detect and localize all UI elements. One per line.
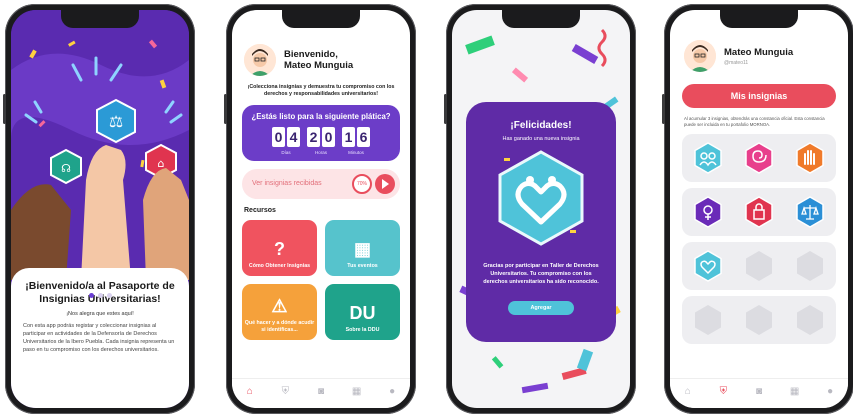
- notch: [282, 10, 360, 28]
- calendar-icon: ▦: [353, 238, 371, 259]
- play-button[interactable]: [375, 173, 395, 194]
- avatar-illustration: [244, 44, 276, 76]
- notch: [61, 10, 139, 28]
- page-dot[interactable]: [106, 293, 112, 298]
- svg-text:⌂: ⌂: [158, 157, 165, 170]
- resource-label: Qué hacer y a dónde acudir si identifica…: [244, 320, 315, 333]
- badges-grid: [670, 128, 848, 345]
- calendar-icon[interactable]: ▦: [350, 385, 364, 399]
- digit: 4: [287, 126, 300, 147]
- home-icon[interactable]: ⌂: [681, 385, 695, 399]
- progress-label: Ver insignias recibidas: [252, 180, 322, 188]
- locked-badge-icon: [744, 303, 774, 337]
- welcome-body: Con esta app podrás registar y coleccion…: [23, 323, 175, 354]
- badges-progress-bar[interactable]: Ver insignias recibidas 70%: [242, 168, 400, 199]
- home-screen: Bienvenido, Mateo Munguia ¡Colecciona in…: [232, 10, 410, 408]
- congrats-message: Gracias por participar en Taller de Dere…: [483, 263, 599, 285]
- profile-handle: @mateo11: [724, 59, 749, 66]
- unit-label: Días: [281, 149, 291, 155]
- avatar[interactable]: [684, 40, 716, 72]
- scales-badge-icon[interactable]: [795, 195, 825, 229]
- my-badges-button[interactable]: Mis insignias: [682, 84, 836, 108]
- page-dot[interactable]: [97, 293, 103, 298]
- congrats-subtitle: Has ganado una nueva insignia: [502, 136, 580, 142]
- unit-label: Minutos: [348, 149, 364, 155]
- page-dot[interactable]: [88, 293, 94, 298]
- spiral-badge-icon[interactable]: [744, 141, 774, 175]
- phone-home: Bienvenido, Mateo Munguia ¡Colecciona in…: [224, 4, 416, 414]
- shield-icon[interactable]: ⛨: [278, 385, 292, 399]
- user-icon[interactable]: ●: [823, 385, 837, 399]
- hand-badge-icon[interactable]: [795, 141, 825, 175]
- countdown-card: ¿Estás listo para la siguiente plática? …: [242, 104, 400, 161]
- resources-title: Recursos: [244, 206, 276, 214]
- resource-label: Sobre la DDU: [345, 326, 380, 333]
- home-icon[interactable]: ⌂: [243, 385, 257, 399]
- badge-row: [682, 296, 836, 345]
- badge-row: [682, 188, 836, 237]
- avatar[interactable]: [244, 44, 276, 76]
- profile-screen: Mateo Munguia @mateo11 Mis insignias Al …: [670, 10, 848, 408]
- tab-bar: ⌂ ⛨ ◙ ▦ ●: [232, 378, 410, 408]
- resource-tile[interactable]: ▦ Tus eventos: [325, 219, 400, 276]
- locked-badge-icon: [795, 249, 825, 283]
- phone-congrats: ¡Felicidades! Has ganado una nueva insig…: [444, 4, 636, 414]
- welcome-card: ¡Bienvenido/a al Pasaporte de Insignias …: [11, 268, 189, 408]
- camera-icon[interactable]: ◙: [314, 385, 328, 399]
- add-badge-button[interactable]: Agregar: [508, 300, 574, 315]
- locked-badge-icon: [693, 303, 723, 337]
- badge-row: [682, 134, 836, 183]
- warning-icon: ⚠: [271, 296, 288, 317]
- question-icon: ?: [274, 238, 285, 259]
- greeting: Bienvenido, Mateo Munguia: [284, 48, 354, 71]
- locked-badge-icon: [744, 249, 774, 283]
- digit: 6: [357, 126, 370, 147]
- unit-label: Horas: [314, 149, 327, 155]
- svg-text:⚖: ⚖: [109, 112, 123, 131]
- congrats-modal: ¡Felicidades! Has ganado una nueva insig…: [466, 102, 616, 342]
- tagline: ¡Colecciona insignias y demuestra tu com…: [247, 84, 395, 98]
- resource-label: Cómo Obtener Insignias: [248, 262, 311, 269]
- countdown-question: ¿Estás listo para la siguiente plática?: [251, 111, 391, 121]
- phone-onboarding: ⚖ ☊ ⌂ ¡Bienvenido/a al Pasaporte de Insi…: [3, 4, 195, 414]
- avatar-illustration: [684, 40, 716, 72]
- ddu-logo-icon: DU: [349, 302, 376, 323]
- shield-icon[interactable]: ⛨: [716, 385, 730, 399]
- tab-bar: ⌂ ⛨ ◙ ▦ ●: [670, 378, 848, 408]
- resource-tile[interactable]: ⚠ Qué hacer y a dónde acudir si identifi…: [242, 283, 317, 340]
- phone-profile: Mateo Munguia @mateo11 Mis insignias Al …: [662, 4, 853, 414]
- digit: 0: [322, 126, 335, 147]
- svg-text:☊: ☊: [61, 162, 71, 175]
- welcome-subtitle: ¡Nos alegra que estes aquí!: [66, 311, 134, 318]
- app-showcase: ⚖ ☊ ⌂ ¡Bienvenido/a al Pasaporte de Insi…: [0, 0, 853, 417]
- digit: 1: [342, 126, 355, 147]
- resource-label: Tus eventos: [347, 262, 378, 269]
- onboarding-illustration: ⚖ ☊ ⌂: [11, 10, 189, 280]
- calendar-icon[interactable]: ▦: [788, 385, 802, 399]
- digit: 2: [307, 126, 320, 147]
- resource-tile[interactable]: ? Cómo Obtener Insignias: [242, 219, 317, 276]
- lock-badge-icon[interactable]: [744, 195, 774, 229]
- badges-note: Al acumular 3 insignias, obtendrás una c…: [684, 116, 825, 128]
- profile-name: Mateo Munguia: [724, 46, 794, 58]
- page-indicator[interactable]: [11, 293, 189, 298]
- onboarding-screen: ⚖ ☊ ⌂ ¡Bienvenido/a al Pasaporte de Insi…: [11, 10, 189, 408]
- notch: [502, 10, 580, 28]
- camera-icon[interactable]: ◙: [752, 385, 766, 399]
- resources-grid: ? Cómo Obtener Insignias ▦ Tus eventos ⚠…: [232, 214, 410, 340]
- congrats-screen: ¡Felicidades! Has ganado una nueva insig…: [452, 10, 630, 408]
- digit: 0: [272, 126, 285, 147]
- progress-ring: 70%: [352, 173, 372, 194]
- badge-row: [682, 242, 836, 291]
- user-icon[interactable]: ●: [385, 385, 399, 399]
- countdown-digits: 0 4 Días 2 0 Horas 1 6 Minutos: [248, 126, 394, 155]
- heart-badge-icon: [498, 150, 584, 246]
- gender-badge-icon[interactable]: [693, 195, 723, 229]
- heart-badge-icon[interactable]: [693, 249, 723, 283]
- locked-badge-icon: [795, 303, 825, 337]
- people-badge-icon[interactable]: [693, 141, 723, 175]
- notch: [720, 10, 798, 28]
- resource-tile[interactable]: DU Sobre la DDU: [325, 283, 400, 340]
- congrats-title: ¡Felicidades!: [510, 120, 572, 131]
